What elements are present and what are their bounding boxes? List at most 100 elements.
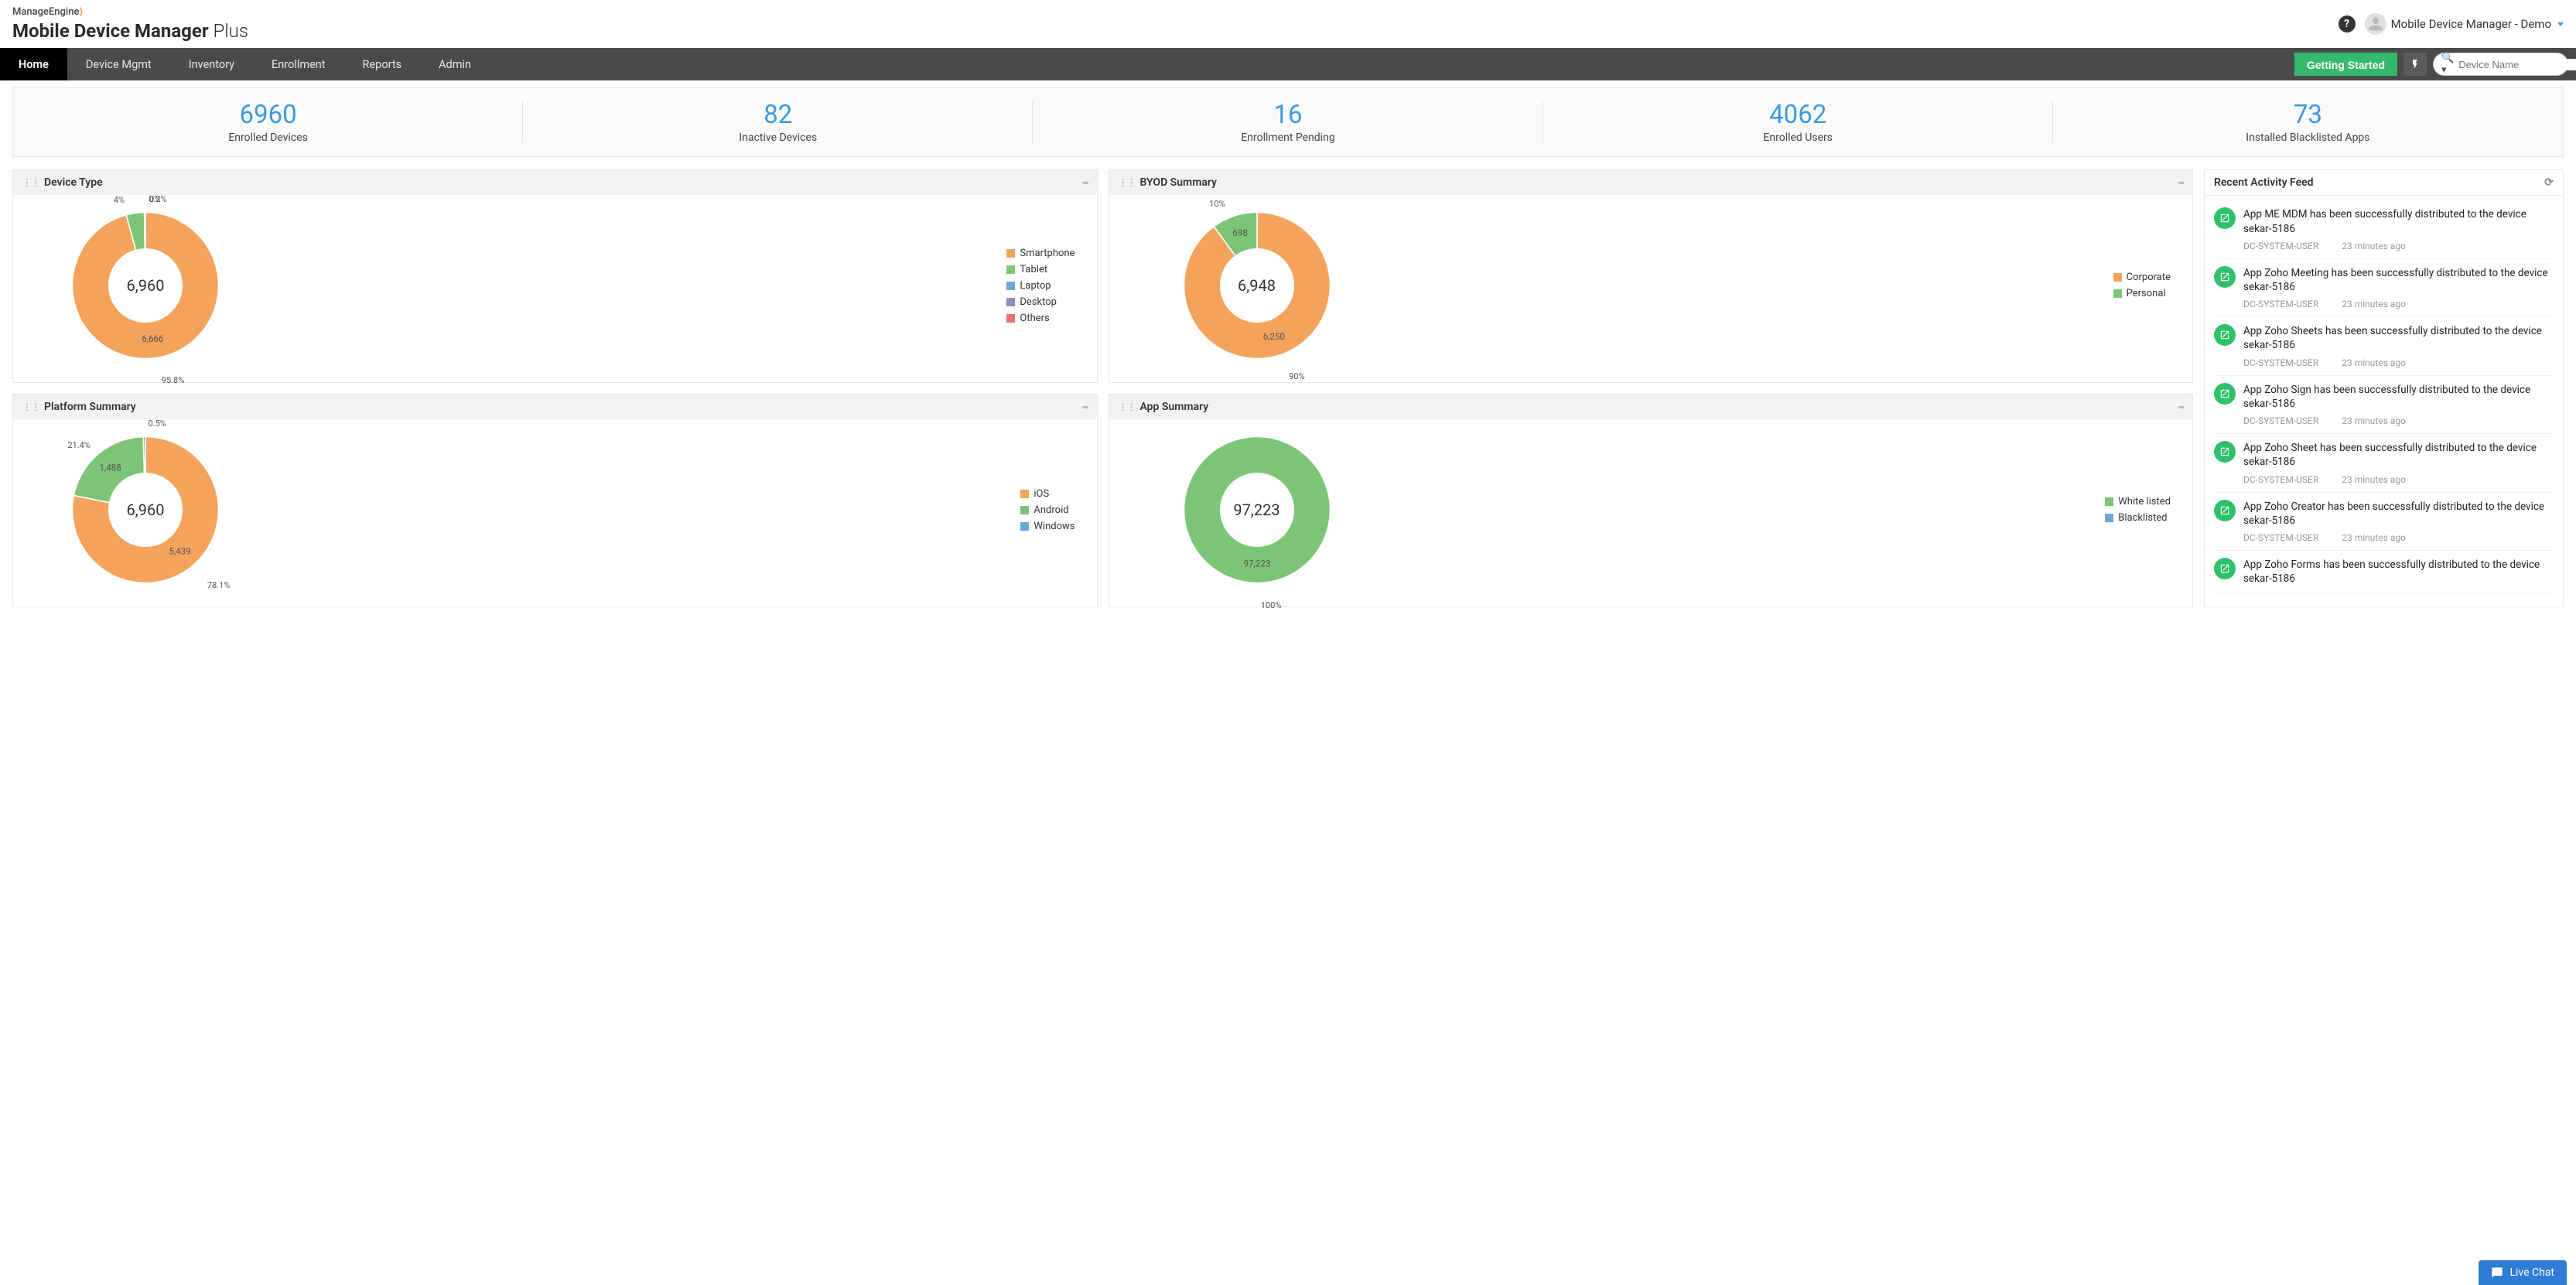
search-input[interactable] — [2458, 59, 2576, 70]
kpi-enrolled-users[interactable]: 4062 Enrolled Users — [1543, 87, 2053, 156]
feed-user: DC-SYSTEM-USER — [2243, 357, 2318, 368]
legend-item[interactable]: Personal — [2113, 288, 2171, 299]
svg-text:698: 698 — [1232, 228, 1247, 239]
live-chat-button[interactable]: Live Chat — [2479, 1260, 2567, 1285]
card-header[interactable]: ⋮⋮ App Summary ▪▪▪ — [1109, 395, 2193, 419]
card-header[interactable]: ⋮⋮ BYOD Summary ▪▪▪ — [1109, 170, 2193, 195]
topbar: ManageEngine) Mobile Device Manager Plus… — [0, 0, 2576, 48]
feed-item[interactable]: App ME MDM has been successfully distrib… — [2214, 200, 2554, 258]
card-device-type: ⋮⋮ Device Type ▪▪▪ 6,666 6,960 95.8%4%0.… — [12, 169, 1098, 383]
help-icon[interactable]: ? — [2339, 15, 2356, 32]
legend-item[interactable]: Windows — [1020, 521, 1074, 532]
legend-label: Corporate — [2127, 272, 2171, 283]
legend: Corporate Personal — [2113, 272, 2180, 299]
feed-text: App Zoho Sheets has been successfully di… — [2243, 324, 2554, 352]
avatar-icon — [2365, 13, 2386, 35]
search-box[interactable]: 🔍▾ — [2433, 53, 2568, 76]
feed-item[interactable]: App Zoho Forms has been successfully dis… — [2214, 551, 2554, 593]
feed-text: App Zoho Forms has been successfully dis… — [2243, 558, 2554, 586]
nav-tab-home[interactable]: Home — [0, 48, 67, 80]
nav-tab-enrollment[interactable]: Enrollment — [253, 48, 344, 80]
card-header[interactable]: ⋮⋮ Platform Summary ▪▪▪ — [13, 395, 1097, 419]
feed-meta: DC-SYSTEM-USER 23 minutes ago — [2243, 532, 2554, 543]
legend-item[interactable]: Smartphone — [1006, 248, 1074, 259]
feed-time: 23 minutes ago — [2342, 474, 2406, 485]
legend-item[interactable]: Laptop — [1006, 280, 1074, 292]
nav-tab-inventory[interactable]: Inventory — [170, 48, 253, 80]
donut-app[interactable]: 97,223 97,223 100% — [1176, 429, 1338, 591]
legend-item[interactable]: White listed — [2105, 496, 2171, 508]
svg-text:6,250: 6,250 — [1262, 331, 1284, 342]
brand-product: Mobile Device Manager Plus — [12, 20, 248, 43]
percent-label: 4% — [114, 195, 125, 205]
nav-tab-label: Enrollment — [272, 58, 326, 71]
feed-time: 23 minutes ago — [2342, 532, 2406, 543]
kpi-label: Installed Blacklisted Apps — [2059, 132, 2557, 144]
chart-toggle-icon[interactable]: ▪▪▪ — [1082, 402, 1088, 412]
quick-action-button[interactable] — [2403, 53, 2427, 76]
chart-toggle-icon[interactable]: ▪▪▪ — [1082, 177, 1088, 188]
legend-item[interactable]: Corporate — [2113, 272, 2171, 283]
swatch-icon — [1020, 506, 1029, 514]
donut-byod[interactable]: 6,250698 6,948 90%10% — [1176, 204, 1338, 367]
card-body: 97,223 97,223 100% White listed Blacklis… — [1109, 419, 2193, 607]
swatch-icon — [1006, 249, 1015, 258]
drag-handle-icon[interactable]: ⋮⋮ — [1119, 404, 1136, 410]
kpi-inactive-devices[interactable]: 82 Inactive Devices — [523, 87, 1033, 156]
feed-item[interactable]: App Zoho Sheets has been successfully di… — [2214, 317, 2554, 375]
donut-platform[interactable]: 5,4391,488 6,960 78.1%21.4%0.5% — [64, 429, 227, 591]
card-body: 6,250698 6,948 90%10% Corporate Personal — [1109, 195, 2193, 382]
legend-item[interactable]: Blacklisted — [2105, 512, 2171, 524]
kpi-enrollment-pending[interactable]: 16 Enrollment Pending — [1033, 87, 1543, 156]
nav-tab-label: Home — [19, 58, 49, 71]
feed-success-icon — [2214, 500, 2236, 521]
drag-handle-icon[interactable]: ⋮⋮ — [22, 404, 39, 410]
card-title: BYOD Summary — [1140, 176, 1217, 189]
lightning-icon — [2410, 59, 2421, 70]
legend-item[interactable]: Desktop — [1006, 296, 1074, 308]
feed-item[interactable]: App Zoho Meeting has been successfully d… — [2214, 259, 2554, 317]
kpi-row: 6960 Enrolled Devices 82 Inactive Device… — [12, 87, 2564, 157]
feed-text: App Zoho Sheet has been successfully dis… — [2243, 441, 2554, 469]
legend-item[interactable]: iOS — [1020, 488, 1074, 500]
percent-label: 0.5% — [148, 419, 166, 429]
kpi-value: 4062 — [1549, 100, 2047, 130]
donut-center-value: 97,223 — [1233, 501, 1279, 519]
card-header[interactable]: ⋮⋮ Device Type ▪▪▪ — [13, 170, 1097, 195]
drag-handle-icon[interactable]: ⋮⋮ — [1119, 179, 1136, 186]
chart-toggle-icon[interactable]: ▪▪▪ — [2178, 402, 2183, 412]
feed-item[interactable]: App Zoho Sheet has been successfully dis… — [2214, 434, 2554, 492]
drag-handle-icon[interactable]: ⋮⋮ — [22, 179, 39, 186]
kpi-blacklisted-apps[interactable]: 73 Installed Blacklisted Apps — [2053, 87, 2563, 156]
getting-started-button[interactable]: Getting Started — [2294, 53, 2397, 76]
legend: Smartphone Tablet Laptop Desktop Others — [1006, 248, 1084, 324]
nav-tab-reports[interactable]: Reports — [344, 48, 421, 80]
kpi-label: Enrolled Devices — [19, 132, 517, 144]
legend-item[interactable]: Android — [1020, 504, 1074, 516]
donut-center-value: 6,960 — [127, 276, 165, 295]
refresh-icon[interactable]: ⟳ — [2544, 176, 2554, 189]
feed-success-icon — [2214, 324, 2236, 346]
feed-user: DC-SYSTEM-USER — [2243, 474, 2318, 485]
legend-item[interactable]: Others — [1006, 313, 1074, 324]
nav-tab-label: Device Mgmt — [86, 58, 152, 71]
donut-device-type[interactable]: 6,666 6,960 95.8%4%0.2%0% — [64, 204, 227, 367]
legend-label: iOS — [1033, 488, 1049, 500]
nav-tab-admin[interactable]: Admin — [420, 48, 490, 80]
nav-tab-label: Admin — [439, 58, 471, 71]
feed-item[interactable]: App Zoho Sign has been successfully dist… — [2214, 376, 2554, 434]
nav-tab-device-mgmt[interactable]: Device Mgmt — [67, 48, 170, 80]
kpi-label: Enrollment Pending — [1039, 132, 1536, 144]
topbar-right: ? Mobile Device Manager - Demo — [2339, 13, 2564, 35]
legend-item[interactable]: Tablet — [1006, 264, 1074, 275]
kpi-enrolled-devices[interactable]: 6960 Enrolled Devices — [13, 87, 523, 156]
swatch-icon — [1006, 265, 1015, 274]
user-menu[interactable]: Mobile Device Manager - Demo — [2365, 13, 2564, 35]
feed-text: App Zoho Sign has been successfully dist… — [2243, 383, 2554, 411]
legend-label: White listed — [2118, 496, 2171, 508]
chart-toggle-icon[interactable]: ▪▪▪ — [2178, 177, 2183, 188]
feed-title: Recent Activity Feed — [2214, 176, 2314, 189]
percent-label: 95.8% — [162, 375, 185, 385]
legend: White listed Blacklisted — [2105, 496, 2180, 524]
feed-item[interactable]: App Zoho Creator has been successfully d… — [2214, 493, 2554, 551]
